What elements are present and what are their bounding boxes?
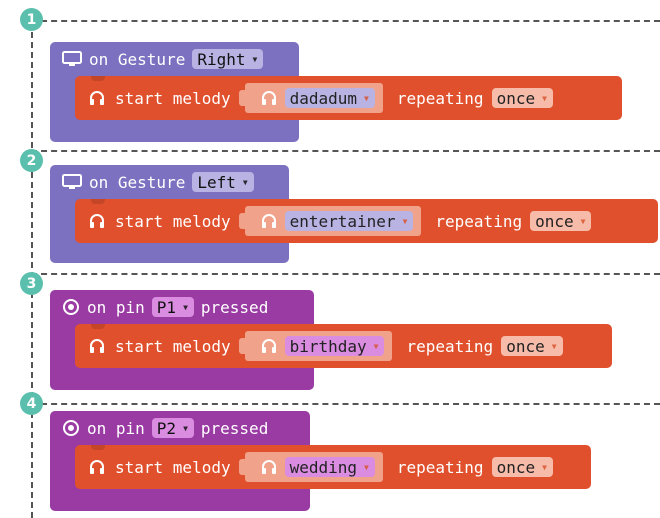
headphones-icon (89, 90, 105, 106)
chevron-down-icon: ▼ (402, 216, 408, 226)
chevron-down-icon: ▼ (542, 93, 547, 103)
headphones-icon (261, 459, 277, 475)
reporter-tab (238, 90, 247, 106)
on-gesture-block[interactable]: on Gesture Right ▼ start melody dadadum ▼ … (50, 42, 622, 142)
step-divider-3 (31, 273, 660, 275)
melody-reporter[interactable]: wedding ▼ (238, 452, 383, 482)
headphones-icon (261, 90, 277, 106)
melody-dropdown[interactable]: wedding ▼ (284, 457, 375, 477)
target-icon (62, 419, 80, 437)
reporter-tab (238, 459, 247, 475)
chevron-down-icon: ▼ (242, 177, 248, 187)
start-melody-label: start melody (115, 336, 231, 356)
repeat-dropdown[interactable]: once ▼ (491, 457, 553, 477)
step-badge-2: 2 (20, 149, 43, 172)
start-melody-block[interactable]: start melody birthday ▼ repeating once ▼ (75, 324, 612, 368)
dashed-rail (31, 22, 33, 518)
repeating-label: repeating (406, 336, 494, 356)
step-divider-1 (31, 20, 660, 22)
chevron-down-icon: ▼ (183, 423, 188, 433)
event-label: on pin (87, 297, 145, 317)
event-header: on pin P1 ▼ pressed (62, 296, 268, 318)
gesture-dropdown[interactable]: Right ▼ (192, 49, 264, 69)
melody-reporter[interactable]: entertainer ▼ (238, 206, 422, 236)
repeat-dropdown[interactable]: once ▼ (501, 336, 563, 356)
start-melody-label: start melody (115, 211, 231, 231)
event-header: on pin P2 ▼ pressed (62, 417, 268, 439)
display-icon (62, 50, 82, 68)
repeating-label: repeating (435, 211, 523, 231)
display-icon (62, 173, 82, 191)
start-melody-block[interactable]: start melody wedding ▼ repeating once ▼ (75, 445, 591, 489)
chevron-down-icon: ▼ (551, 341, 557, 351)
step-badge-1: 1 (20, 8, 43, 31)
event-label: on Gesture (89, 172, 186, 192)
chevron-down-icon: ▼ (373, 341, 379, 351)
melody-dropdown[interactable]: dadadum ▼ (284, 88, 375, 108)
headphones-icon (89, 338, 105, 354)
repeat-dropdown[interactable]: once ▼ (530, 211, 592, 231)
chevron-down-icon: ▼ (542, 462, 547, 472)
start-melody-block[interactable]: start melody dadadum ▼ repeating once ▼ (75, 76, 622, 120)
start-melody-label: start melody (115, 457, 231, 477)
start-melody-block[interactable]: start melody entertainer ▼ repeating once… (75, 199, 658, 243)
pin-dropdown[interactable]: P2 ▼ (151, 418, 194, 438)
reporter-tab (238, 213, 247, 229)
melody-dropdown[interactable]: entertainer ▼ (284, 211, 414, 231)
headphones-icon (261, 213, 277, 229)
gesture-dropdown[interactable]: Left ▼ (192, 172, 254, 192)
chevron-down-icon: ▼ (364, 462, 369, 472)
chevron-down-icon: ▼ (364, 93, 369, 103)
start-melody-label: start melody (115, 88, 231, 108)
repeating-label: repeating (396, 457, 484, 477)
step-divider-4 (31, 403, 660, 405)
block-notch (91, 445, 105, 450)
step-badge-4: 4 (20, 392, 43, 415)
block-notch (91, 76, 105, 81)
reporter-tab (238, 338, 247, 354)
event-label: on pin (87, 418, 145, 438)
chevron-down-icon: ▼ (580, 216, 586, 226)
repeating-label: repeating (396, 88, 484, 108)
on-pin-pressed-block[interactable]: on pin P2 ▼ pressed start melody wedding ▼… (50, 411, 591, 511)
headphones-icon (89, 213, 105, 229)
event-header: on Gesture Left ▼ (62, 171, 254, 193)
pin-dropdown[interactable]: P1 ▼ (151, 297, 194, 317)
on-gesture-block[interactable]: on Gesture Left ▼ start melody entertaine… (50, 165, 658, 263)
headphones-icon (261, 338, 277, 354)
event-header: on Gesture Right ▼ (62, 48, 264, 70)
melody-reporter[interactable]: dadadum ▼ (238, 83, 383, 113)
block-notch (91, 324, 105, 329)
melody-dropdown[interactable]: birthday ▼ (284, 336, 385, 356)
chevron-down-icon: ▼ (252, 54, 258, 64)
on-pin-pressed-block[interactable]: on pin P1 ▼ pressed start melody birthday… (50, 290, 612, 390)
event-suffix: pressed (200, 418, 269, 438)
event-suffix: pressed (200, 297, 269, 317)
block-notch (91, 199, 105, 204)
event-label: on Gesture (89, 49, 186, 69)
step-badge-3: 3 (20, 272, 43, 295)
target-icon (62, 298, 80, 316)
headphones-icon (89, 459, 105, 475)
melody-reporter[interactable]: birthday ▼ (238, 331, 393, 361)
step-divider-2 (31, 150, 660, 152)
repeat-dropdown[interactable]: once ▼ (491, 88, 553, 108)
chevron-down-icon: ▼ (183, 302, 188, 312)
